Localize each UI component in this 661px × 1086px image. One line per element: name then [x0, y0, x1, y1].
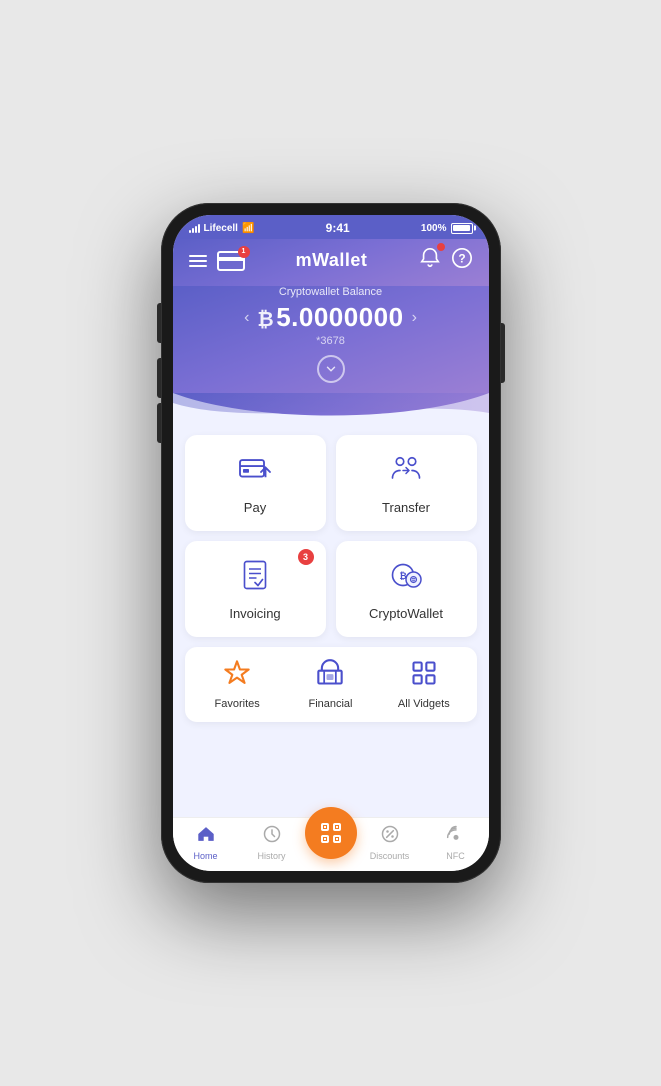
all-vidgets-icon	[410, 659, 438, 694]
nav-discounts[interactable]: Discounts	[357, 824, 423, 861]
header-left: 1	[189, 251, 245, 271]
nav-discounts-label: Discounts	[370, 851, 410, 861]
financial-button[interactable]: Financial	[284, 659, 377, 710]
help-button[interactable]: ?	[451, 247, 473, 274]
battery-label: 100%	[421, 223, 447, 234]
action-grid: Pay Transfer	[185, 435, 477, 637]
all-vidgets-button[interactable]: All Vidgets	[377, 659, 470, 710]
status-left: Lifecell 📶	[189, 223, 255, 234]
all-vidgets-label: All Vidgets	[398, 698, 450, 710]
nav-home-label: Home	[193, 851, 217, 861]
balance-row: ‹ ₿5.0000000 ›	[189, 302, 473, 333]
balance-next-button[interactable]: ›	[412, 309, 417, 327]
transfer-label: Transfer	[382, 500, 430, 515]
balance-amount: ₿5.0000000	[257, 302, 403, 333]
nav-nfc[interactable]: NFC	[423, 824, 489, 861]
header-row: 1 mWallet ?	[189, 247, 473, 274]
pay-button[interactable]: Pay	[185, 435, 326, 531]
cryptowallet-label: CryptoWallet	[369, 606, 443, 621]
nav-home[interactable]: Home	[173, 824, 239, 861]
svg-text:Ξ: Ξ	[411, 578, 416, 585]
nav-history-label: History	[257, 851, 285, 861]
expand-button[interactable]	[317, 355, 345, 383]
favorites-label: Favorites	[215, 698, 260, 710]
nfc-icon	[446, 824, 466, 849]
balance-account: *3678	[189, 335, 473, 347]
balance-section: Cryptowallet Balance ‹ ₿5.0000000 › *367…	[173, 286, 489, 393]
app-header: 1 mWallet ?	[173, 239, 489, 286]
svg-text:?: ?	[458, 252, 465, 266]
financial-label: Financial	[308, 698, 352, 710]
bell-icon	[419, 247, 441, 269]
phone-screen: Lifecell 📶 9:41 100% 1	[173, 215, 489, 871]
invoicing-badge: 3	[298, 549, 314, 565]
notification-badge	[437, 243, 445, 251]
pay-icon	[237, 451, 273, 487]
home-icon	[196, 824, 216, 849]
chevron-down-icon	[324, 362, 338, 376]
favorites-button[interactable]: Favorites	[191, 659, 284, 710]
invoicing-button[interactable]: 3 Invoicing	[185, 541, 326, 637]
transfer-icon	[388, 451, 424, 487]
scan-button[interactable]	[305, 807, 357, 859]
app-title: mWallet	[296, 250, 368, 271]
discounts-icon	[380, 824, 400, 849]
menu-button[interactable]	[189, 255, 207, 267]
notification-button[interactable]	[419, 247, 441, 274]
pay-label: Pay	[244, 500, 266, 515]
financial-icon	[316, 659, 344, 694]
status-time: 9:41	[326, 221, 350, 235]
phone-device: Lifecell 📶 9:41 100% 1	[161, 203, 501, 883]
history-icon	[262, 824, 282, 849]
invoicing-label: Invoicing	[229, 606, 280, 621]
status-bar: Lifecell 📶 9:41 100%	[173, 215, 489, 239]
widget-row: Favorites Financial	[185, 647, 477, 722]
card-badge: 1	[238, 246, 250, 258]
invoicing-icon	[237, 557, 273, 593]
favorites-icon	[223, 659, 251, 694]
balance-label: Cryptowallet Balance	[189, 286, 473, 298]
cryptowallet-button[interactable]: ₿ Ξ CryptoWallet	[336, 541, 477, 637]
help-icon: ?	[451, 247, 473, 269]
wifi-icon: 📶	[242, 223, 254, 234]
nav-history[interactable]: History	[239, 824, 305, 861]
wave-divider	[173, 393, 489, 423]
nav-nfc-label: NFC	[446, 851, 465, 861]
currency-symbol: ₿	[257, 309, 274, 331]
balance-prev-button[interactable]: ‹	[244, 309, 249, 327]
header-right: ?	[419, 247, 473, 274]
transfer-button[interactable]: Transfer	[336, 435, 477, 531]
card-button[interactable]: 1	[217, 251, 245, 271]
bottom-nav: Home History	[173, 817, 489, 871]
carrier-label: Lifecell	[204, 223, 238, 234]
main-content: Pay Transfer	[173, 423, 489, 817]
signal-icon	[189, 223, 200, 233]
battery-icon	[451, 223, 473, 234]
scan-icon	[319, 821, 343, 845]
cryptowallet-icon: ₿ Ξ	[388, 557, 424, 593]
status-right: 100%	[421, 223, 473, 234]
